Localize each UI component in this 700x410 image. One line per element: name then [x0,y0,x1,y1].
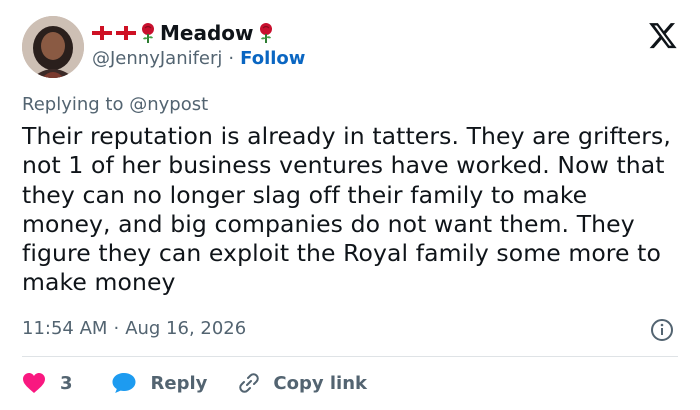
rose-icon [259,23,272,43]
like-button[interactable]: 3 [22,372,73,394]
reply-button[interactable]: Reply [111,372,208,394]
tweet-actions: 3 Reply Copy link [22,368,367,398]
england-flag-icon [92,26,112,40]
separator-dot: · [228,48,235,69]
divider [22,356,678,357]
avatar[interactable] [22,16,84,78]
copy-link-button[interactable]: Copy link [237,371,367,395]
follow-button[interactable]: Follow [240,48,305,69]
display-name[interactable]: Meadow [160,21,254,45]
speech-bubble-icon [112,373,136,393]
author-handle[interactable]: @JennyJaniferj [92,48,222,69]
tweet-text: Their reputation is already in tatters. … [22,122,671,297]
info-icon[interactable] [650,318,674,342]
x-logo-icon[interactable] [648,20,678,50]
reply-context: Replying to @nypost [22,94,208,115]
reply-label: Reply [150,372,208,394]
avatar-image [22,16,84,78]
like-count: 3 [60,372,73,394]
reply-context-prefix: Replying to [22,94,124,115]
copy-link-label: Copy link [273,372,367,394]
england-flag-icon [116,26,136,40]
link-icon [239,373,260,393]
heart-icon [23,373,45,393]
author-name-row: Meadow [92,20,274,46]
tweet-time: 11:54 AM [22,318,108,339]
author-handle-row: @JennyJaniferj · Follow [92,48,305,69]
tweet-date: Aug 16, 2026 [125,318,247,339]
tweet-timestamp[interactable]: 11:54 AM · Aug 16, 2026 [22,318,246,339]
separator-dot: · [113,318,120,339]
rose-icon [142,23,154,43]
reply-context-mention[interactable]: @nypost [129,94,208,115]
